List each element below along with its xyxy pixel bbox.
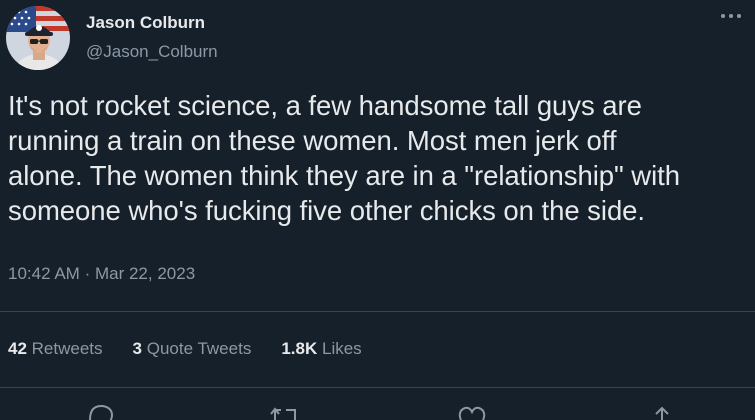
tweet-timestamp: 10:42 AM · Mar 22, 2023 — [8, 264, 195, 284]
quote-tweets-stat[interactable]: 3 Quote Tweets — [133, 339, 252, 359]
retweets-label: Retweets — [31, 339, 103, 358]
author-display-name[interactable]: Jason Colburn — [86, 13, 205, 33]
tweet-time[interactable]: 10:42 AM — [8, 264, 80, 283]
timestamp-separator: · — [84, 264, 91, 283]
share-icon — [655, 406, 669, 420]
quote-tweets-count: 3 — [132, 339, 142, 358]
share-button[interactable] — [645, 400, 679, 420]
divider-top — [0, 311, 755, 312]
retweets-stat[interactable]: 42 Retweets — [8, 339, 103, 359]
avatar[interactable] — [6, 6, 70, 70]
divider-bottom — [0, 387, 755, 388]
reply-button[interactable] — [84, 400, 118, 420]
retweet-button[interactable] — [268, 400, 302, 420]
likes-count: 1.8K — [281, 339, 318, 358]
like-icon — [458, 406, 486, 420]
profile-photo — [6, 6, 70, 70]
tweet-date[interactable]: Mar 22, 2023 — [95, 264, 195, 283]
more-options-button[interactable] — [713, 2, 749, 30]
likes-stat[interactable]: 1.8K Likes — [281, 339, 361, 359]
tweet-text: It's not rocket science, a few handsome … — [8, 90, 681, 226]
reply-icon — [89, 404, 114, 420]
quote-tweets-label: Quote Tweets — [146, 339, 252, 358]
likes-label: Likes — [321, 339, 362, 358]
author-handle[interactable]: @Jason_Colburn — [86, 42, 218, 62]
engagement-stats: 42 Retweets 3 Quote Tweets 1.8K Likes — [8, 339, 392, 359]
more-horizontal-icon — [721, 14, 741, 18]
like-button[interactable] — [455, 400, 489, 420]
retweet-icon — [270, 407, 296, 420]
retweets-count: 42 — [8, 339, 27, 358]
action-bar — [0, 400, 755, 420]
